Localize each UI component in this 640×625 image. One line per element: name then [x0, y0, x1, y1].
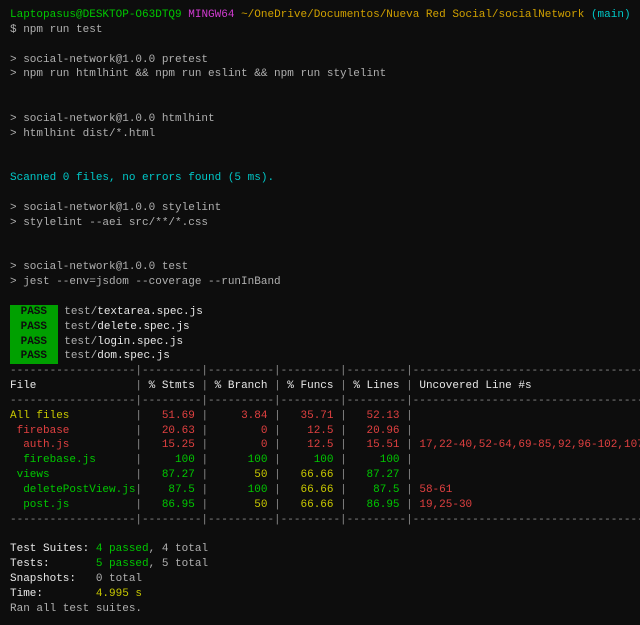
cell-uncov: [413, 410, 420, 422]
cell-stmts: 86.95: [142, 499, 201, 511]
summary-ran: Ran all test suites.: [10, 602, 630, 617]
cell-funcs: 66.66: [281, 484, 340, 496]
test-dir: test/: [64, 336, 97, 348]
test-header: > social-network@1.0.0 test: [10, 260, 630, 275]
table-row: deletePostView.js| 87.5 | 100 | 66.66 | …: [10, 483, 630, 498]
cell-uncov: [413, 454, 420, 466]
pass-badge: PASS: [10, 305, 58, 320]
command: npm run test: [23, 24, 102, 36]
cell-uncov: 19,25-30: [413, 499, 472, 511]
col-stmts: % Stmts: [142, 380, 201, 392]
cell-branch: 3.84: [208, 410, 274, 422]
table-rule: -------------------|---------|----------…: [10, 364, 630, 379]
cell-lines: 87.5: [347, 484, 406, 496]
cell-branch: 100: [208, 454, 274, 466]
summary-suites: Test Suites: 4 passed, 4 total: [10, 542, 630, 557]
col-uncov: Uncovered Line #s: [413, 380, 532, 392]
cell-funcs: 12.5: [281, 425, 340, 437]
cell-lines: 52.13: [347, 410, 406, 422]
summary-snapshots: Snapshots: 0 total: [10, 572, 630, 587]
stylelint-cmd: > stylelint --aei src/**/*.css: [10, 216, 630, 231]
cell-file: firebase.js: [10, 454, 135, 466]
cell-file: All files: [10, 410, 135, 422]
test-dir: test/: [64, 306, 97, 318]
cell-file: post.js: [10, 499, 135, 511]
col-lines: % Lines: [347, 380, 406, 392]
table-header: File | % Stmts | % Branch | % Funcs | % …: [10, 379, 630, 394]
test-dir: test/: [64, 321, 97, 333]
test-result-line: PASS test/login.spec.js: [10, 335, 630, 350]
table-row: All files | 51.69 | 3.84 | 35.71 | 52.13…: [10, 409, 630, 424]
cell-funcs: 12.5: [281, 439, 340, 451]
cell-file: firebase: [10, 425, 135, 437]
test-file: delete.spec.js: [97, 321, 189, 333]
cell-lines: 87.27: [347, 469, 406, 481]
cell-funcs: 66.66: [281, 499, 340, 511]
cell-uncov: 58-61: [413, 484, 453, 496]
cell-stmts: 15.25: [142, 439, 201, 451]
test-dir: test/: [64, 350, 97, 362]
cell-branch: 100: [208, 484, 274, 496]
cell-uncov: 17,22-40,52-64,69-85,92,96-102,107-112: [413, 439, 640, 451]
test-result-line: PASS test/dom.spec.js: [10, 349, 630, 364]
cell-stmts: 87.27: [142, 469, 201, 481]
cell-funcs: 100: [281, 454, 340, 466]
table-rule: -------------------|---------|----------…: [10, 513, 630, 528]
summary-tests: Tests: 5 passed, 5 total: [10, 557, 630, 572]
cell-lines: 86.95: [347, 499, 406, 511]
table-row: auth.js | 15.25 | 0 | 12.5 | 15.51 | 17,…: [10, 438, 630, 453]
cell-lines: 15.51: [347, 439, 406, 451]
cell-branch: 0: [208, 425, 274, 437]
col-file: File: [10, 380, 135, 392]
htmlhint-cmd: > htmlhint dist/*.html: [10, 127, 630, 142]
cell-branch: 50: [208, 499, 274, 511]
table-row: post.js | 86.95 | 50 | 66.66 | 86.95 | 1…: [10, 498, 630, 513]
cell-stmts: 87.5: [142, 484, 201, 496]
cell-uncov: [413, 425, 420, 437]
prompt-user: Laptopasus@DESKTOP-O63DTQ9: [10, 9, 182, 21]
prompt-env: MINGW64: [188, 9, 234, 21]
prompt-branch: (main): [591, 9, 631, 21]
scan-result: Scanned 0 files, no errors found (5 ms).: [10, 172, 274, 184]
cell-lines: 20.96: [347, 425, 406, 437]
cell-file: deletePostView.js: [10, 484, 135, 496]
col-branch: % Branch: [208, 380, 274, 392]
test-result-line: PASS test/delete.spec.js: [10, 320, 630, 335]
htmlhint-header: > social-network@1.0.0 htmlhint: [10, 112, 630, 127]
table-rule: -------------------|---------|----------…: [10, 394, 630, 409]
test-file: dom.spec.js: [97, 350, 170, 362]
cell-stmts: 51.69: [142, 410, 201, 422]
scan-result-line: Scanned 0 files, no errors found (5 ms).: [10, 171, 630, 186]
table-row: firebase.js | 100 | 100 | 100 | 100 |: [10, 453, 630, 468]
test-file: textarea.spec.js: [97, 306, 203, 318]
pretest-header: > social-network@1.0.0 pretest: [10, 53, 630, 68]
table-row: firebase | 20.63 | 0 | 12.5 | 20.96 |: [10, 424, 630, 439]
command-line: $ npm run test: [10, 23, 630, 38]
pass-badge: PASS: [10, 335, 58, 350]
test-result-line: PASS test/textarea.spec.js: [10, 305, 630, 320]
stylelint-header: > social-network@1.0.0 stylelint: [10, 201, 630, 216]
cell-file: views: [10, 469, 135, 481]
cell-funcs: 66.66: [281, 469, 340, 481]
cell-stmts: 100: [142, 454, 201, 466]
pass-badge: PASS: [10, 349, 58, 364]
prompt-line: Laptopasus@DESKTOP-O63DTQ9 MINGW64 ~/One…: [10, 8, 630, 23]
summary-time: Time: 4.995 s: [10, 587, 630, 602]
pretest-cmd: > npm run htmlhint && npm run eslint && …: [10, 67, 630, 82]
terminal-output: Laptopasus@DESKTOP-O63DTQ9 MINGW64 ~/One…: [10, 8, 630, 617]
cell-funcs: 35.71: [281, 410, 340, 422]
cell-stmts: 20.63: [142, 425, 201, 437]
cell-branch: 50: [208, 469, 274, 481]
test-cmd: > jest --env=jsdom --coverage --runInBan…: [10, 275, 630, 290]
test-file: login.spec.js: [97, 336, 183, 348]
cell-lines: 100: [347, 454, 406, 466]
table-row: views | 87.27 | 50 | 66.66 | 87.27 |: [10, 468, 630, 483]
col-funcs: % Funcs: [281, 380, 340, 392]
cell-uncov: [413, 469, 420, 481]
prompt-path: ~/OneDrive/Documentos/Nueva Red Social/s…: [241, 9, 584, 21]
cell-file: auth.js: [10, 439, 135, 451]
pass-badge: PASS: [10, 320, 58, 335]
cell-branch: 0: [208, 439, 274, 451]
